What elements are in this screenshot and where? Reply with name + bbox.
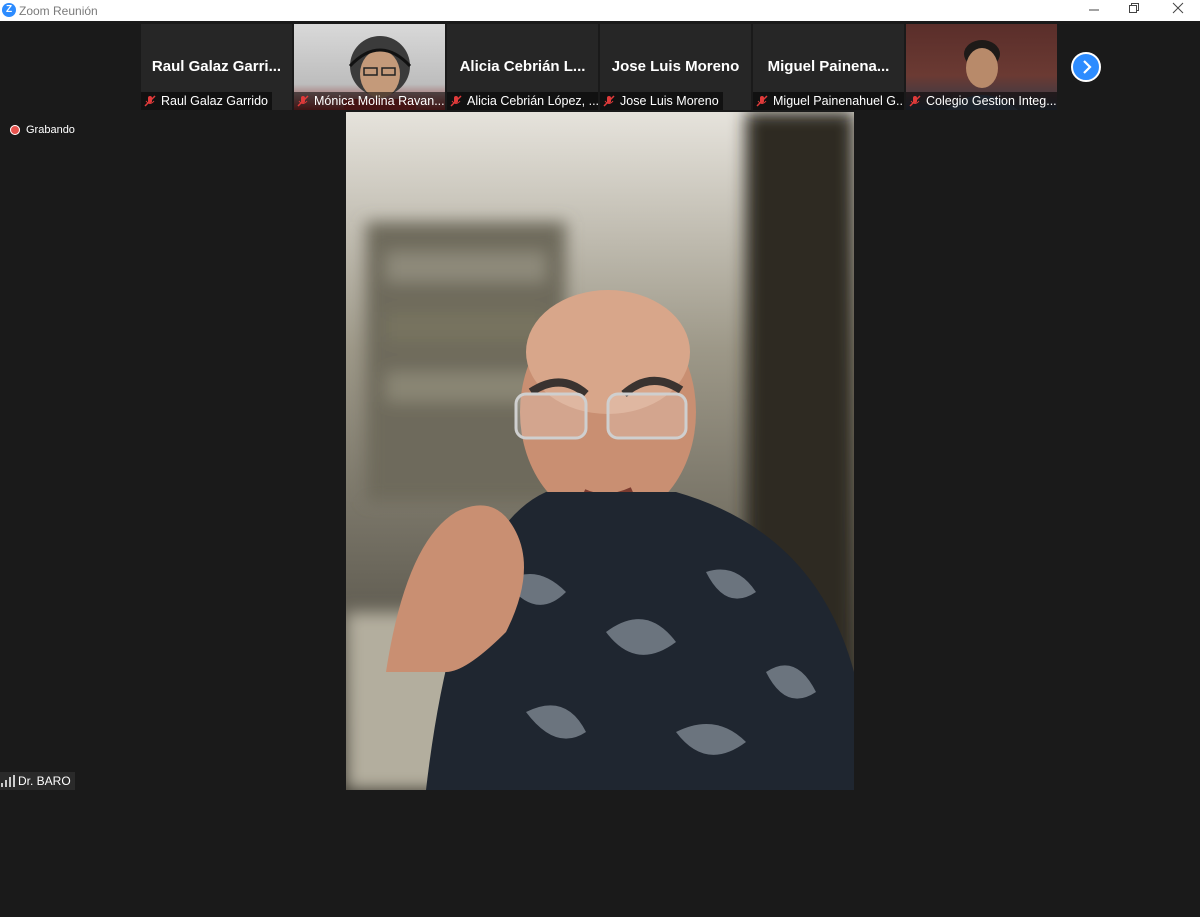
- recording-indicator[interactable]: Grabando: [10, 124, 75, 136]
- muted-mic-icon: [450, 95, 462, 107]
- close-button[interactable]: [1158, 0, 1198, 21]
- participant-tile[interactable]: Alicia Cebrián L... Alicia Cebrián López…: [447, 24, 598, 110]
- active-speaker-label: Dr. BARO: [0, 772, 75, 790]
- participant-display-name: Jose Luis Moreno: [611, 58, 740, 75]
- participant-label-text: Colegio Gestion Integ...: [926, 94, 1057, 108]
- participant-label-text: Miguel Painenahuel G...: [773, 94, 904, 108]
- window-title: Zoom Reunión: [19, 4, 98, 18]
- participant-label: Alicia Cebrián López, ...: [447, 92, 598, 110]
- muted-mic-icon: [297, 95, 309, 107]
- muted-mic-icon: [144, 95, 156, 107]
- participant-display-name: Miguel Painena...: [767, 58, 890, 75]
- minimize-button[interactable]: [1074, 0, 1114, 21]
- participant-label: Jose Luis Moreno: [600, 92, 723, 110]
- muted-mic-icon: [756, 95, 768, 107]
- restore-icon: [1129, 3, 1139, 13]
- minimize-icon: [1089, 9, 1099, 11]
- participant-label-text: Mónica Molina Ravan...: [314, 94, 445, 108]
- signal-strength-icon: [1, 775, 15, 787]
- chevron-right-icon: [1083, 60, 1092, 74]
- participant-label: Miguel Painenahuel G...: [753, 92, 904, 110]
- muted-mic-icon: [909, 95, 921, 107]
- participant-tile[interactable]: Jose Luis Moreno Jose Luis Moreno: [600, 24, 751, 110]
- participant-display-name: Raul Galaz Garri...: [151, 58, 282, 75]
- participant-label: Raul Galaz Garrido: [141, 92, 272, 110]
- restore-button[interactable]: [1114, 0, 1154, 21]
- participant-label-text: Alicia Cebrián López, ...: [467, 94, 598, 108]
- participant-tile[interactable]: Miguel Painena... Miguel Painenahuel G..…: [753, 24, 904, 110]
- active-speaker-video[interactable]: [346, 112, 854, 790]
- participant-tile[interactable]: Mónica Molina Ravan...: [294, 24, 445, 110]
- active-speaker-name: Dr. BARO: [18, 774, 71, 788]
- speaker-video-frame: [346, 112, 854, 790]
- muted-mic-icon: [603, 95, 615, 107]
- recording-label: Grabando: [26, 124, 75, 136]
- participant-label-text: Raul Galaz Garrido: [161, 94, 268, 108]
- participant-label: Colegio Gestion Integ...: [906, 92, 1057, 110]
- next-page-button[interactable]: [1071, 52, 1101, 82]
- recording-dot-icon: [10, 125, 20, 135]
- participant-label-text: Jose Luis Moreno: [620, 94, 719, 108]
- zoom-logo-icon: Z: [2, 3, 16, 17]
- participant-tile[interactable]: Raul Galaz Garri... Raul Galaz Garrido: [141, 24, 292, 110]
- close-icon: [1172, 2, 1184, 14]
- participant-tile[interactable]: Colegio Gestion Integ...: [906, 24, 1057, 110]
- participant-display-name: Alicia Cebrián L...: [459, 58, 586, 75]
- participant-label: Mónica Molina Ravan...: [294, 92, 445, 110]
- title-bar: Z Zoom Reunión: [0, 0, 1200, 21]
